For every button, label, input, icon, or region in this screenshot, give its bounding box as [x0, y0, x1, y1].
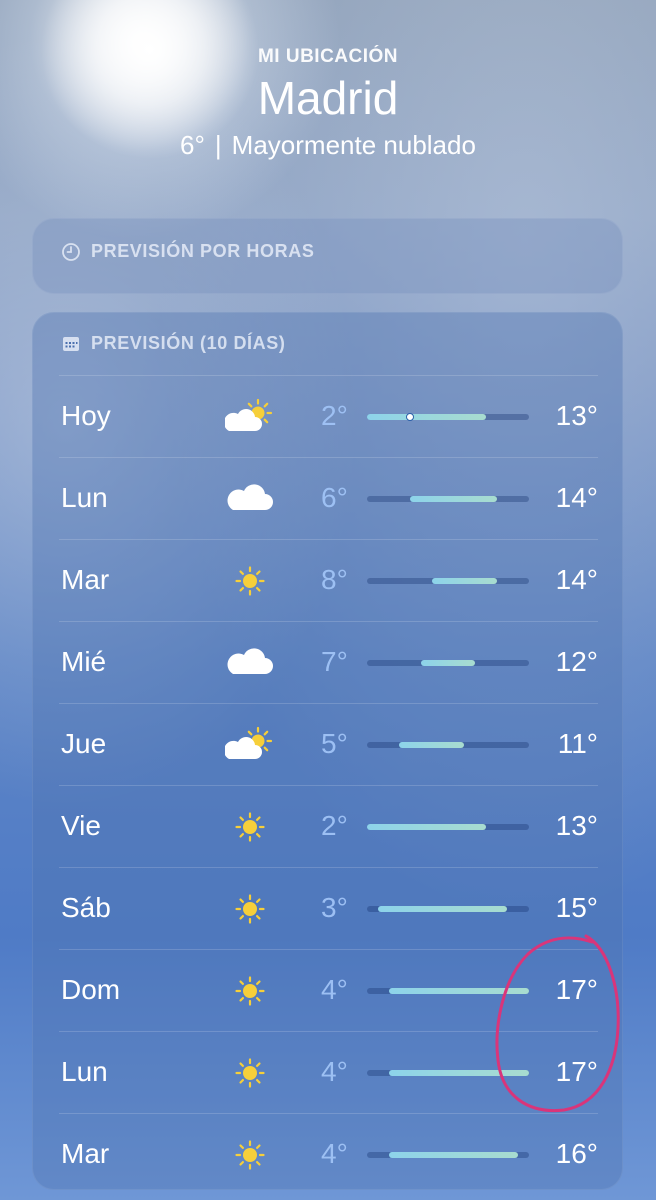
- temperature-range-track: [367, 742, 529, 748]
- high-temperature: 17°: [555, 1056, 598, 1087]
- sun-icon: [225, 808, 275, 846]
- forecast-day-row[interactable]: Mar 8° 14°: [59, 539, 598, 621]
- forecast-day-row[interactable]: Vie 2° 13°: [59, 785, 598, 867]
- day-name: Lun: [61, 482, 108, 513]
- daily-forecast-list: Hoy 2° 13° Lun 6° 14° Mar 8° 14° Mié 7° 12° Jue 5° 11°…: [33, 375, 624, 1195]
- temperature-range-track: [367, 1070, 529, 1076]
- temperature-range-bar: [367, 414, 486, 420]
- high-temperature: 16°: [555, 1138, 598, 1169]
- day-name: Hoy: [61, 400, 111, 431]
- temperature-range-track: [367, 906, 529, 912]
- temperature-range-bar: [367, 824, 486, 830]
- clock-icon: [62, 242, 80, 261]
- temperature-range-track: [367, 824, 529, 830]
- cloud-icon: [225, 644, 275, 682]
- sun-icon: [225, 562, 275, 600]
- location-header: MI UBICACIÓN Madrid 6° | Mayormente nublad…: [0, 46, 656, 161]
- high-temperature: 14°: [555, 482, 598, 513]
- day-name: Mié: [61, 646, 107, 677]
- temperature-range-track: [367, 1152, 529, 1158]
- current-conditions: 6° | Mayormente nublado: [0, 130, 656, 161]
- day-name: Jue: [61, 728, 107, 759]
- high-temperature: 15°: [555, 892, 598, 923]
- sun-glyph: [235, 566, 265, 596]
- temperature-range-bar: [399, 742, 465, 748]
- hourly-forecast-title: PREVISIÓN POR HORAS: [91, 241, 315, 261]
- current-temperature: 6°: [180, 130, 205, 161]
- forecast-day-row[interactable]: Mié 7° 12°: [59, 621, 598, 703]
- temperature-range-bar: [388, 1152, 519, 1158]
- sun-glyph: [235, 1140, 265, 1170]
- forecast-day-row[interactable]: Mar 4° 16°: [59, 1113, 598, 1195]
- forecast-day-row[interactable]: Lun 6° 14°: [59, 457, 598, 539]
- day-name: Vie: [61, 810, 101, 841]
- conditions-separator: |: [214, 130, 222, 161]
- temperature-range-track: [367, 660, 529, 666]
- temperature-range-bar: [410, 496, 497, 502]
- temperature-range-bar: [421, 660, 475, 666]
- sun-icon: [225, 972, 275, 1010]
- forecast-day-row[interactable]: Jue 5° 11°: [59, 703, 598, 785]
- temperature-range-bar: [388, 1070, 529, 1076]
- forecast-day-row[interactable]: Sáb 3° 15°: [59, 867, 598, 949]
- partly-cloudy-icon: [223, 398, 275, 436]
- temperature-range-bar: [388, 988, 529, 994]
- calendar-icon: [63, 336, 79, 351]
- forecast-day-row[interactable]: Hoy 2° 13°: [59, 375, 598, 457]
- daily-forecast-header: PREVISIÓN (10 DÍAS): [33, 313, 622, 354]
- day-name: Dom: [61, 974, 121, 1005]
- temperature-range-track: [367, 496, 529, 502]
- hourly-forecast-card[interactable]: PREVISIÓN POR HORAS: [32, 218, 623, 294]
- forecast-day-row[interactable]: Lun 4° 17°: [59, 1031, 598, 1113]
- temperature-range-bar: [377, 906, 508, 912]
- daily-forecast-card[interactable]: PREVISIÓN (10 DÍAS) Hoy 2° 13° Lun 6° 14° Mar 8…: [32, 312, 623, 1190]
- day-name: Lun: [61, 1056, 108, 1087]
- high-temperature: 13°: [555, 810, 598, 841]
- city-name: Madrid: [257, 72, 399, 124]
- temperature-range-track: [367, 988, 529, 994]
- sun-icon: [225, 1054, 275, 1092]
- high-temperature: 12°: [555, 646, 598, 677]
- temperature-range-track: [367, 578, 529, 584]
- condition-text: Mayormente nublado: [231, 130, 476, 161]
- temperature-range-track: [367, 413, 529, 421]
- temperature-range-bar: [431, 578, 497, 584]
- high-temperature: 11°: [557, 728, 598, 759]
- high-temperature: 14°: [555, 564, 598, 595]
- sun-glyph: [235, 976, 265, 1006]
- sun-icon: [225, 890, 275, 928]
- high-temperature: 13°: [555, 400, 598, 431]
- forecast-day-row[interactable]: Dom 4° 17°: [59, 949, 598, 1031]
- partly-cloudy-icon: [223, 726, 275, 764]
- daily-forecast-title: PREVISIÓN (10 DÍAS): [91, 333, 286, 353]
- day-name: Mar: [61, 1138, 110, 1169]
- cloud-icon: [225, 480, 275, 518]
- location-label: MI UBICACIÓN: [257, 46, 399, 67]
- sun-icon: [225, 1136, 275, 1174]
- sun-glyph: [235, 812, 265, 842]
- day-name: Sáb: [61, 892, 111, 923]
- high-temperature: 17°: [555, 974, 598, 1005]
- sun-glyph: [235, 1058, 265, 1088]
- hourly-forecast-header: PREVISIÓN POR HORAS: [33, 219, 622, 262]
- day-name: Mar: [61, 564, 110, 595]
- sun-glyph: [235, 894, 265, 924]
